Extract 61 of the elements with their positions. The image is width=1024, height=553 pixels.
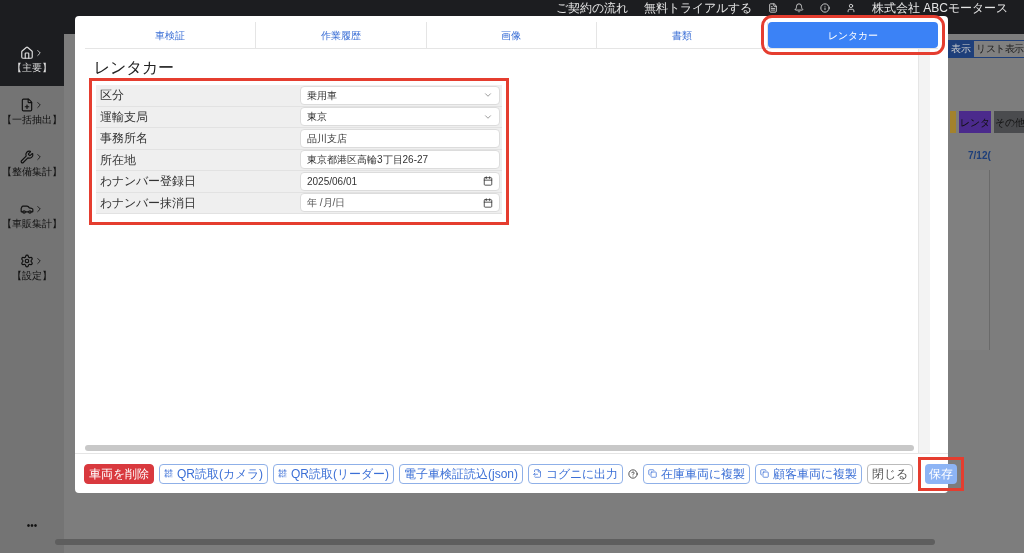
field-label: わナンバー登録日 [99, 173, 197, 191]
car-icon [20, 202, 34, 216]
action-button[interactable]: QR読取(カメラ) [159, 463, 268, 484]
view-toggle[interactable]: リスト表示 [973, 40, 1024, 58]
chevron-right-icon [34, 48, 44, 58]
settings-icon [20, 254, 34, 268]
field-label: 区分 [99, 87, 125, 105]
date-field[interactable]: 2025/06/01 [300, 171, 500, 191]
chevron-right-icon [34, 100, 44, 110]
home-icon [20, 46, 34, 60]
sidebar-item[interactable]: 【一括抽出】 [0, 86, 64, 138]
chevron-right-icon [34, 204, 44, 214]
file-plus-icon [20, 98, 34, 112]
sidebar-item[interactable]: 【設定】 [0, 242, 64, 294]
date-header: 7/12( [968, 149, 991, 163]
field-label: 運輸支局 [99, 108, 149, 126]
qr-code-icon [278, 469, 287, 478]
select-field[interactable]: 乗用車 [300, 85, 500, 105]
company-name[interactable]: 株式会社 ABCモータース [872, 1, 1008, 15]
scrollbar[interactable] [55, 539, 935, 545]
field-label: 事務所名 [99, 130, 149, 148]
date-field[interactable]: 年 /月/日 [300, 193, 500, 213]
document-icon[interactable] [768, 3, 778, 13]
tab[interactable]: 作業履歴 [255, 22, 427, 48]
sidebar-item[interactable]: 【整備集計】 [0, 138, 64, 190]
sidebar-item[interactable]: 【主要】 [0, 34, 64, 86]
copy-icon [648, 469, 657, 478]
header-link[interactable]: ご契約の流れ [556, 1, 628, 15]
more-button[interactable]: ••• [26, 518, 38, 533]
field-label: わナンバー抹消日 [99, 194, 197, 212]
calendar-icon [483, 197, 493, 208]
select-field[interactable]: 東京 [300, 107, 500, 127]
copy-icon [760, 469, 769, 478]
tab[interactable]: 車検証 [85, 22, 256, 48]
tab[interactable]: 画像 [426, 22, 598, 48]
input-field[interactable]: 東京都港区高輪3丁目26-27 [300, 150, 500, 170]
sidebar-item[interactable]: 【車販集計】 [0, 190, 64, 242]
info-icon[interactable] [820, 3, 830, 13]
delete-button[interactable]: 車両を削除 [84, 463, 154, 484]
help-icon[interactable] [628, 468, 638, 479]
chevron-right-icon [34, 152, 44, 162]
input-field[interactable]: 品川支店 [300, 128, 500, 148]
chevron-right-icon [34, 256, 44, 266]
action-button[interactable]: 電子車検証読込(json) [399, 463, 523, 484]
category-tag: レンタ [959, 111, 991, 133]
view-toggle[interactable]: 表示 [948, 40, 973, 58]
wrench-icon [20, 150, 34, 164]
field-label: 所在地 [99, 151, 137, 169]
action-button[interactable]: QR読取(リーダー) [273, 463, 394, 484]
section-title: レンタカー [94, 59, 175, 77]
horizontal-scrollbar[interactable] [85, 445, 914, 451]
qr-code-icon [164, 469, 173, 478]
header-link[interactable]: 無料トライアルする [644, 1, 752, 15]
close-button[interactable]: 閉じる [867, 463, 913, 484]
action-button[interactable]: コグニに出力 [528, 463, 623, 484]
action-button[interactable]: 在庫車両に複製 [643, 463, 750, 484]
bell-icon[interactable] [794, 3, 804, 13]
action-button[interactable]: 顧客車両に複製 [755, 463, 862, 484]
calendar-icon [483, 176, 493, 187]
user-icon[interactable] [846, 3, 856, 13]
file-export-icon [533, 469, 542, 478]
